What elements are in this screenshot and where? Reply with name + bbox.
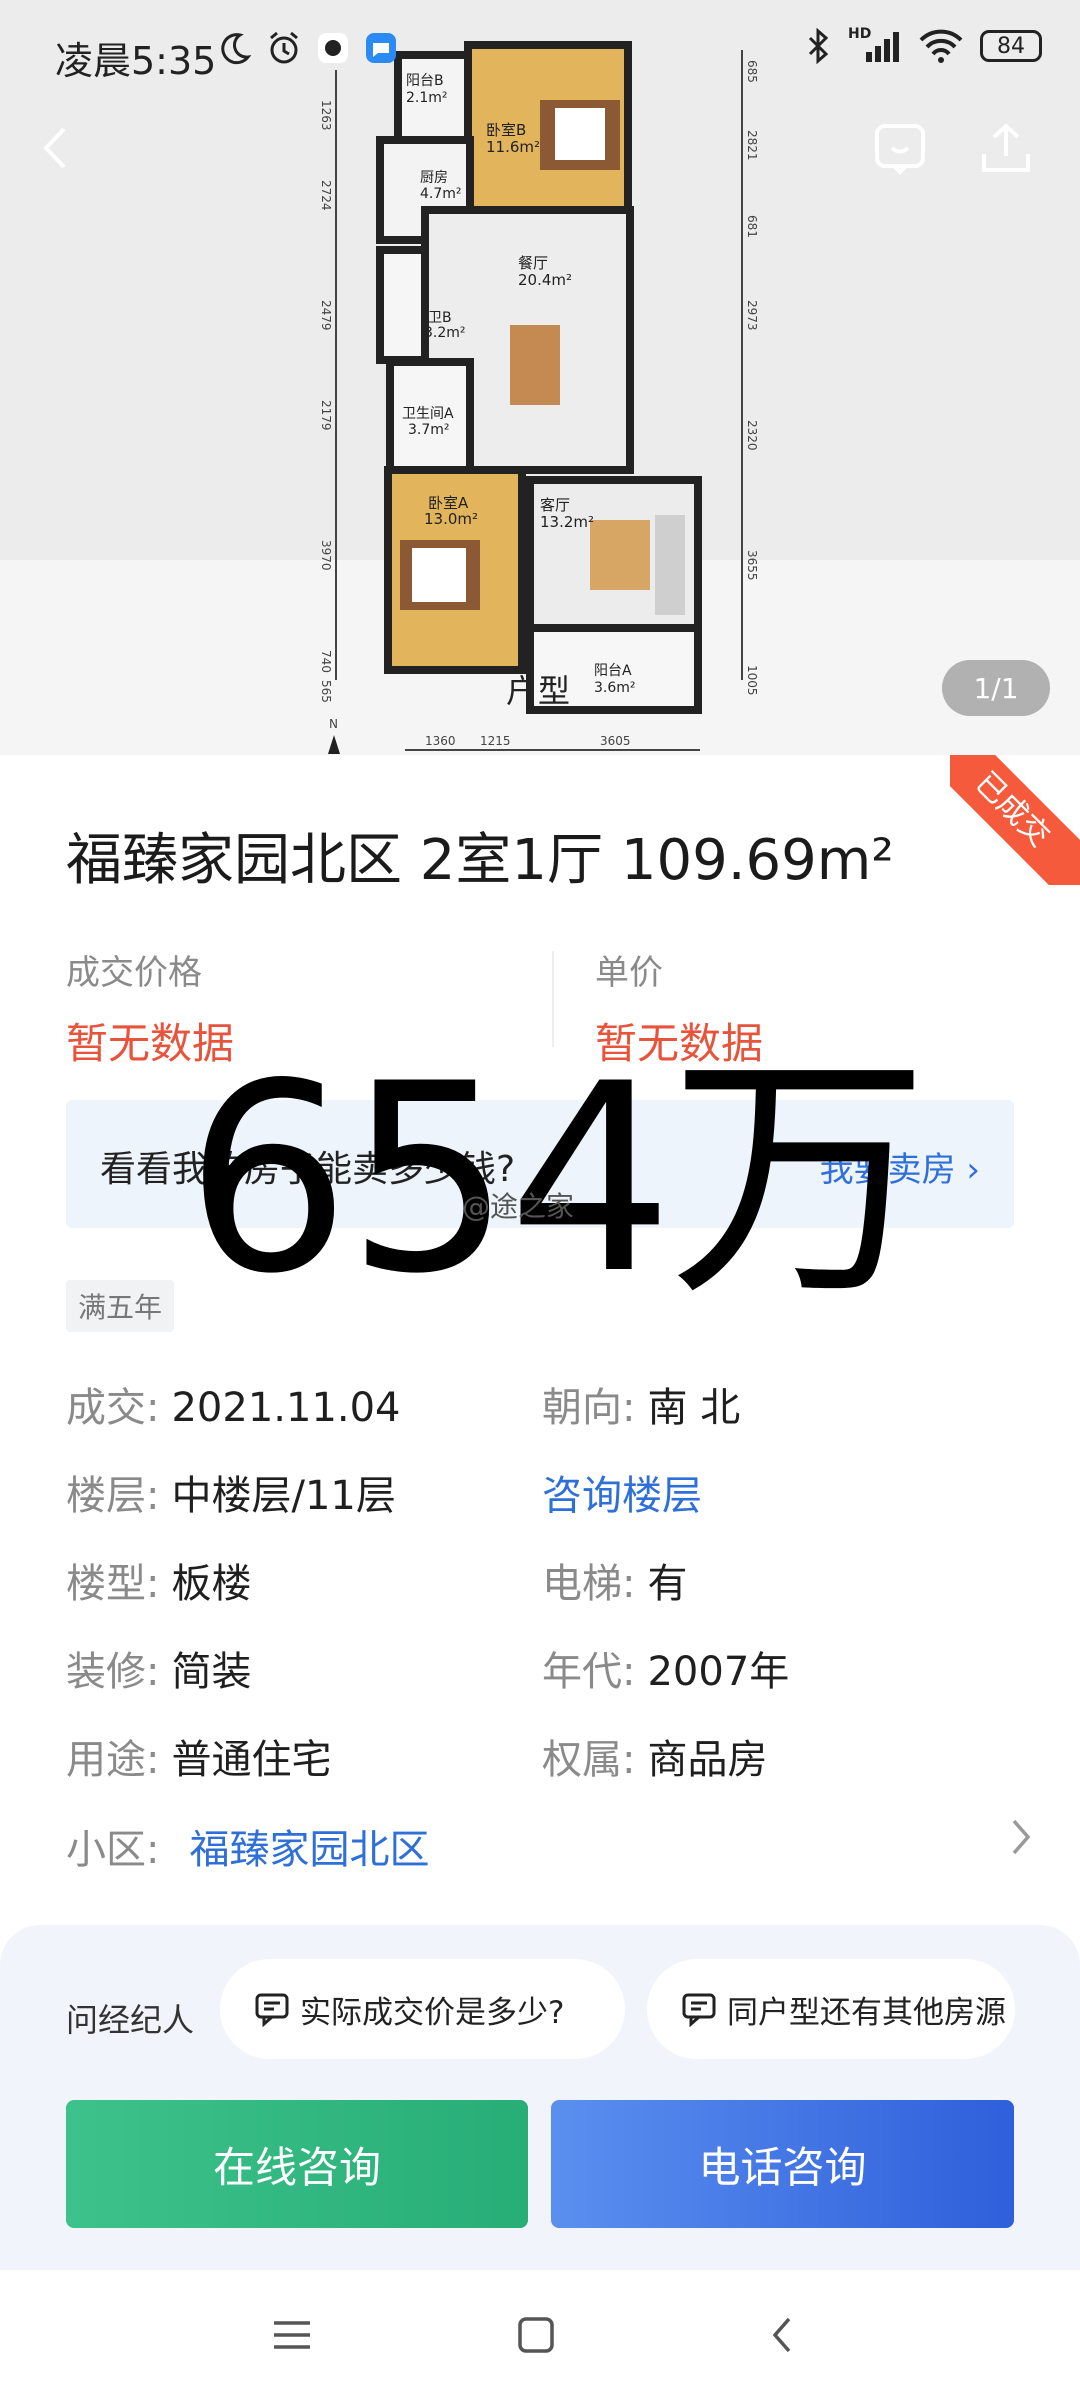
detail-floor: 楼层: 中楼层/11层 — [66, 1473, 396, 1519]
svg-text:餐厅: 餐厅 — [518, 254, 548, 272]
svg-text:2479: 2479 — [319, 300, 333, 331]
quick-question-chip-similar[interactable]: 同户型还有其他房源 — [647, 1959, 1015, 2059]
system-navigation-bar — [0, 2270, 1080, 2400]
svg-text:2724: 2724 — [319, 180, 333, 211]
svg-text:3.2m²: 3.2m² — [424, 325, 466, 341]
chip-label: 实际成交价是多少? — [300, 1994, 565, 2031]
svg-text:1360: 1360 — [425, 734, 456, 748]
favorite-button[interactable] — [870, 118, 930, 178]
svg-text:3.6m²: 3.6m² — [594, 680, 636, 696]
detail-building-type: 楼型: 板楼 — [66, 1561, 252, 1607]
svg-text:3655: 3655 — [745, 550, 759, 581]
svg-text:客厅: 客厅 — [540, 496, 570, 514]
svg-text:681: 681 — [745, 215, 759, 238]
svg-text:3605: 3605 — [600, 734, 631, 748]
svg-text:1005: 1005 — [745, 665, 759, 696]
chat-bubble-icon — [255, 1993, 289, 2027]
quick-question-chip-price[interactable]: 实际成交价是多少? — [220, 1959, 625, 2059]
nav-back-button[interactable] — [752, 2310, 812, 2360]
svg-text:阳台A: 阳台A — [594, 663, 632, 679]
detail-deal-date: 成交: 2021.11.04 — [66, 1385, 401, 1431]
floor-plan-label: 户型 — [506, 672, 571, 710]
svg-text:13.0m²: 13.0m² — [424, 510, 478, 528]
nav-home-button[interactable] — [506, 2310, 566, 2360]
svg-text:N: N — [329, 717, 338, 731]
sold-ribbon: 已成交 — [950, 755, 1080, 885]
sold-ribbon-text: 已成交 — [950, 755, 1080, 885]
status-time: 凌晨5:35 — [55, 39, 217, 83]
detail-ownership: 权属: 商品房 — [542, 1737, 768, 1783]
svg-text:3.7m²: 3.7m² — [408, 422, 450, 438]
svg-text:2320: 2320 — [745, 420, 759, 451]
svg-text:2179: 2179 — [319, 400, 333, 431]
menu-icon — [274, 2321, 310, 2349]
overlay-price-text: 654万 — [185, 1029, 929, 1331]
community-link[interactable]: 福臻家园北区 — [189, 1827, 429, 1873]
deal-price-label: 成交价格 — [66, 953, 202, 993]
detail-year: 年代: 2007年 — [542, 1649, 790, 1695]
svg-text:2821: 2821 — [745, 130, 759, 161]
chevron-right-icon[interactable] — [1006, 1815, 1036, 1859]
wifi-icon — [919, 29, 963, 63]
back-chevron-icon — [772, 2317, 791, 2353]
nav-menu-button[interactable] — [262, 2310, 322, 2360]
consult-floor-link[interactable]: 咨询楼层 — [542, 1463, 702, 1521]
bookmark-icon — [875, 124, 925, 175]
chat-bubble-icon — [682, 1993, 716, 2027]
back-arrow-icon — [43, 127, 66, 169]
message-notification-icon — [366, 33, 396, 63]
chip-label: 同户型还有其他房源 — [727, 1994, 1006, 2031]
app-notification-icon — [318, 33, 348, 63]
holding-tag: 满五年 — [66, 1280, 175, 1332]
listing-info-card: 已成交 福臻家园北区 2室1厅 109.69m² 成交价格 暂无数据 单价 暂无… — [0, 755, 1080, 1955]
detail-elevator: 电梯: 有 — [542, 1561, 688, 1607]
back-button[interactable] — [26, 118, 86, 178]
svg-text:卫生间A: 卫生间A — [402, 406, 454, 422]
phone-consult-button[interactable]: 电话咨询 — [551, 2100, 1014, 2228]
svg-text:3970: 3970 — [319, 540, 333, 571]
svg-text:565: 565 — [319, 680, 333, 703]
svg-text:4.7m²: 4.7m² — [420, 186, 462, 202]
detail-usage: 用途: 普通住宅 — [66, 1737, 332, 1783]
moon-icon — [221, 33, 252, 65]
floor-plan-image: 阳台B 2.1m² 卧室B 11.6m² 厨房 4.7m² 餐厅 20.4m² … — [0, 0, 1080, 755]
svg-text:740: 740 — [319, 650, 333, 673]
svg-text:20.4m²: 20.4m² — [518, 271, 572, 289]
alarm-icon — [270, 31, 298, 64]
image-counter: 1/1 — [942, 660, 1050, 716]
battery-indicator: 84 — [980, 30, 1042, 62]
bluetooth-icon — [808, 28, 829, 64]
share-icon — [982, 123, 1030, 172]
bottom-action-panel: 问经纪人 实际成交价是多少? 同户型还有其他房源 在线咨询 电话咨询 — [0, 1925, 1080, 2270]
svg-text:卧室B: 卧室B — [486, 121, 526, 139]
detail-community[interactable]: 小区: 福臻家园北区 — [66, 1817, 429, 1875]
svg-text:1215: 1215 — [480, 734, 511, 748]
online-consult-button[interactable]: 在线咨询 — [66, 2100, 528, 2228]
status-bar: 凌晨5:35 HD 84 — [0, 0, 1080, 110]
svg-text:11.6m²: 11.6m² — [486, 138, 540, 156]
signal-icon: HD — [848, 26, 902, 64]
svg-text:卫B: 卫B — [428, 310, 452, 326]
share-button[interactable] — [976, 118, 1036, 178]
battery-level: 84 — [997, 33, 1025, 59]
svg-text:2973: 2973 — [745, 300, 759, 331]
ask-agent-label: 问经纪人 — [66, 2001, 195, 2039]
home-square-icon — [518, 2317, 554, 2353]
floor-plan-gallery[interactable]: 阳台B 2.1m² 卧室B 11.6m² 厨房 4.7m² 餐厅 20.4m² … — [0, 0, 1080, 755]
detail-orientation: 朝向: 南 北 — [542, 1385, 741, 1431]
unit-price-label: 单价 — [595, 953, 663, 993]
detail-decoration: 装修: 简装 — [66, 1649, 252, 1695]
listing-title: 福臻家园北区 2室1厅 109.69m² — [66, 828, 894, 893]
svg-text:厨房: 厨房 — [420, 170, 448, 186]
watermark-text: @途之家 — [462, 1190, 575, 1223]
svg-text:13.2m²: 13.2m² — [540, 513, 594, 531]
